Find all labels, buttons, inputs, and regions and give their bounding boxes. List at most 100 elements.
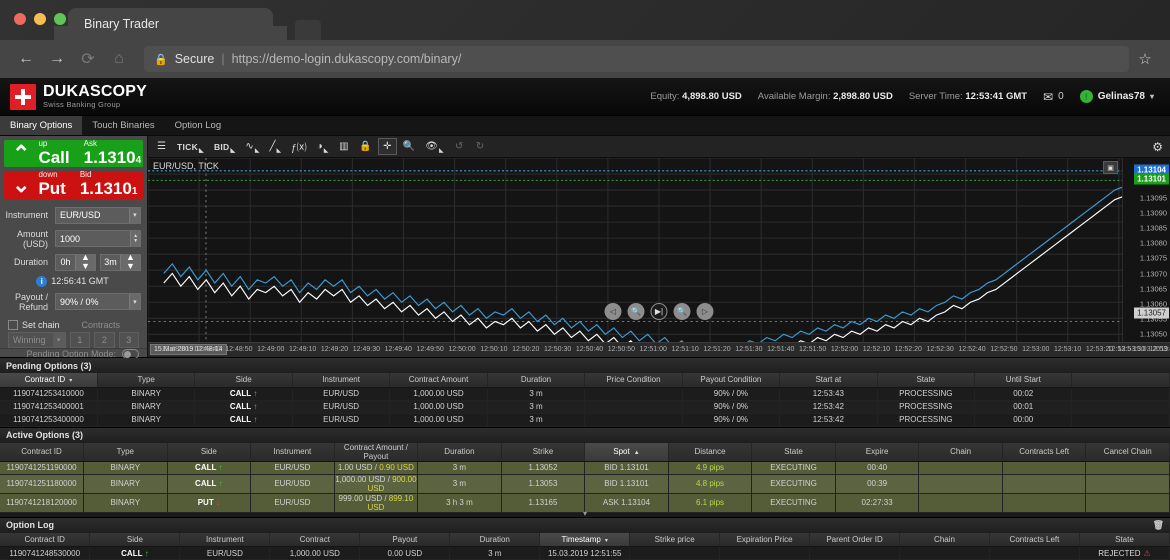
column-header-chain[interactable]: Chain [918,442,1003,462]
set-chain-checkbox[interactable] [8,319,18,330]
column-header-payout[interactable]: Payout [359,532,451,547]
visibility-icon[interactable]: 👁 ◣ [421,138,447,155]
column-header-state[interactable]: State [1079,532,1170,547]
trash-icon[interactable]: 🗑 [1153,520,1164,531]
column-header-duration[interactable]: Duration [417,442,502,462]
payout-refund-select[interactable]: ▾ [55,293,141,311]
table-row[interactable]: 1190741251190000 BINARY CALL ↑ EUR/USD 1.00 … [0,461,1170,475]
column-header-payout-condition[interactable]: Payout Condition [682,373,781,388]
column-header-timestamp[interactable]: Timestamp ▾ [539,532,631,547]
column-header-until-start[interactable]: Until Start [974,373,1073,388]
chevron-down-icon[interactable]: ▾ [128,294,140,310]
forward-icon[interactable]: → [43,45,71,73]
chevron-down-icon[interactable]: ▾ [128,207,140,223]
table-row[interactable]: 1190741248530000 CALL ↑ EUR/USD 1,000.00 US… [0,546,1170,560]
line-style-icon[interactable]: ∿ ◣ [241,138,263,155]
table-row[interactable]: 1190741253400001 BINARY CALL ↑ EUR/USD 1,000… [0,400,1170,414]
table-row[interactable]: 1190741253410000 BINARY CALL ↑ EUR/USD 1,000… [0,387,1170,401]
contracts-button-3[interactable]: 3 [118,331,140,348]
payout-refund-input[interactable] [56,294,129,310]
column-header-chain[interactable]: Chain [899,532,990,547]
column-header-side[interactable]: Side [194,373,293,388]
bookmark-star-icon[interactable]: ☆ [1132,50,1158,68]
column-header[interactable] [1071,373,1170,388]
table-row[interactable]: 1190741251180000 BINARY CALL ↑ EUR/USD 1,000… [0,474,1170,494]
column-header-instrument[interactable]: Instrument [292,373,391,388]
jump-to-latest-button[interactable]: ▶| [650,303,668,320]
lock-icon[interactable]: 🔒 [355,138,375,155]
screenshot-icon[interactable]: ▣ [1103,161,1118,174]
tab-option-log[interactable]: Option Log [165,116,231,135]
address-bar[interactable]: 🔒 Secure | https://demo-login.dukascopy.… [144,46,1129,72]
zoom-icon[interactable]: 🔍 [399,138,419,155]
column-header-expire[interactable]: Expire [835,442,920,462]
bid-selector[interactable]: BID ◣ [210,138,239,155]
column-header-side[interactable]: Side [167,442,252,462]
winning-select[interactable]: Winning ▾ [8,331,66,348]
column-header-contract-amount[interactable]: Contract Amount [389,373,488,388]
table-row[interactable]: 1190741253400000 BINARY CALL ↑ EUR/USD 1,000… [0,413,1170,427]
zoom-in-button[interactable]: 🔍 [673,303,691,320]
tick-selector[interactable]: TICK ◣ [173,138,208,155]
minimize-window-button[interactable] [34,13,46,25]
indicator-icon[interactable]: ƒ⒳ [287,138,311,155]
panel-splitter[interactable] [0,512,1170,517]
column-header-duration[interactable]: Duration [449,532,541,547]
contracts-button-1[interactable]: 1 [69,331,91,348]
column-header-price-condition[interactable]: Price Condition [584,373,683,388]
column-header-state[interactable]: State [751,442,836,462]
column-header-parent-order-id[interactable]: Parent Order ID [809,532,901,547]
column-header-strike[interactable]: Strike [501,442,586,462]
amount-input[interactable] [56,231,131,247]
column-header-contract-id[interactable]: Contract ID [0,442,85,462]
tab-binary-options[interactable]: Binary Options [0,116,83,135]
browser-tab[interactable]: Binary Trader [54,8,287,40]
back-icon[interactable]: ← [12,45,40,73]
new-tab-button[interactable] [295,20,321,40]
column-header-strike-price[interactable]: Strike price [629,532,721,547]
reload-icon[interactable]: ⟳ [74,45,102,73]
chart-canvas[interactable]: EUR/USD, TICK ▣ 1.131051.131001.130951.1… [148,158,1170,342]
instrument-input[interactable] [56,207,129,223]
column-header-instrument[interactable]: Instrument [250,442,335,462]
column-header-contract-amount-payout[interactable]: Contract Amount / Payout [334,442,419,462]
trendline-icon[interactable]: ╱ ◣ [265,138,285,155]
chevron-down-icon[interactable]: ▾ [52,332,65,347]
maximize-window-button[interactable] [54,13,66,25]
column-header-distance[interactable]: Distance [668,442,753,462]
column-header-expiration-price[interactable]: Expiration Price [719,532,811,547]
column-header-start-at[interactable]: Start at [779,373,878,388]
column-header-side[interactable]: Side [89,532,181,547]
scroll-left-button[interactable]: ◁ [604,303,622,320]
instrument-select[interactable]: ▾ [55,206,141,224]
duration-minutes-field[interactable]: 3m ▲ ▼ [100,253,141,271]
zoom-out-button[interactable]: 🔍 [627,303,645,320]
column-header-contract-id[interactable]: Contract ID [0,532,91,547]
column-header-contracts-left[interactable]: Contracts Left [1002,442,1087,462]
tab-touch-binaries[interactable]: Touch Binaries [82,116,164,135]
gear-icon[interactable]: ⚙ [1152,140,1166,154]
redo-icon[interactable]: ↻ [471,138,490,155]
column-header-instrument[interactable]: Instrument [179,532,271,547]
user-menu[interactable]: ! Gelinas78 ▾ [1079,90,1154,103]
duration-hours-stepper[interactable]: ▲ ▼ [75,253,95,271]
scroll-right-button[interactable]: ▷ [696,303,714,320]
amount-stepper[interactable]: ▲ ▼ [130,231,140,247]
menu-icon[interactable]: ☰ [152,138,171,155]
amount-field[interactable]: ▲▼ [55,230,141,248]
put-button[interactable]: ⌄ down Put Bid 1.13101 [4,171,143,199]
column-header-contracts-left[interactable]: Contracts Left [989,532,1080,547]
contracts-button-2[interactable]: 2 [94,331,115,348]
close-window-button[interactable] [14,13,26,25]
call-button[interactable]: ⌃ up Call Ask 1.13104 [4,139,143,168]
home-icon[interactable]: ⌂ [105,45,133,73]
column-header-duration[interactable]: Duration [487,373,586,388]
column-header-contract-id[interactable]: Contract ID ▾ [0,373,98,388]
undo-icon[interactable]: ↺ [450,138,469,155]
column-header-spot[interactable]: Spot ▲ [584,442,669,462]
volume-icon[interactable]: ▥ [334,138,353,155]
column-header-type[interactable]: Type [97,373,196,388]
column-header-cancel-chain[interactable]: Cancel Chain [1085,442,1170,462]
column-header-type[interactable]: Type [83,442,168,462]
clock-icon[interactable]: ◑ ◣ [313,138,333,155]
